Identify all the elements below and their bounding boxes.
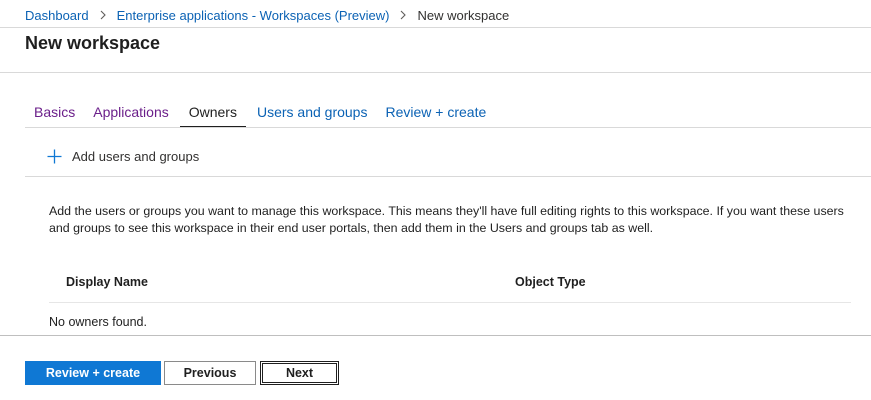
owners-description: Add the users or groups you want to mana… [49,204,844,235]
breadcrumb: Dashboard Enterprise applications - Work… [25,7,509,23]
breadcrumb-current: New workspace [417,7,510,23]
add-users-and-groups-button[interactable]: Add users and groups [47,149,199,164]
tab-review-create[interactable]: Review + create [376,103,495,126]
chevron-right-icon [401,10,407,20]
tab-owners[interactable]: Owners [179,103,246,128]
empty-owners-message: No owners found. [49,315,147,329]
tabs-divider [25,127,871,128]
breadcrumb-enterprise-apps[interactable]: Enterprise applications - Workspaces (Pr… [117,8,390,23]
page-title: New workspace [25,33,161,53]
plus-icon [47,149,62,164]
breadcrumb-dashboard[interactable]: Dashboard [25,8,89,23]
wizard-tabs: Basics Applications Owners Users and gro… [25,103,495,128]
column-header-object-type[interactable]: Object Type [515,275,586,289]
previous-button[interactable]: Previous [164,361,256,385]
command-bar-divider [25,176,871,177]
tab-users-and-groups[interactable]: Users and groups [248,103,377,126]
header-divider [0,72,871,73]
footer-divider [0,335,871,336]
review-create-button[interactable]: Review + create [25,361,161,385]
next-button[interactable]: Next [260,361,339,385]
new-workspace-page: Dashboard Enterprise applications - Work… [0,0,871,400]
chevron-right-icon [100,10,106,20]
tab-applications[interactable]: Applications [84,103,178,126]
column-header-display-name[interactable]: Display Name [66,275,148,289]
tab-basics[interactable]: Basics [25,103,84,126]
add-users-and-groups-label: Add users and groups [72,149,200,164]
table-header-divider [49,302,851,303]
breadcrumb-divider [0,27,871,28]
